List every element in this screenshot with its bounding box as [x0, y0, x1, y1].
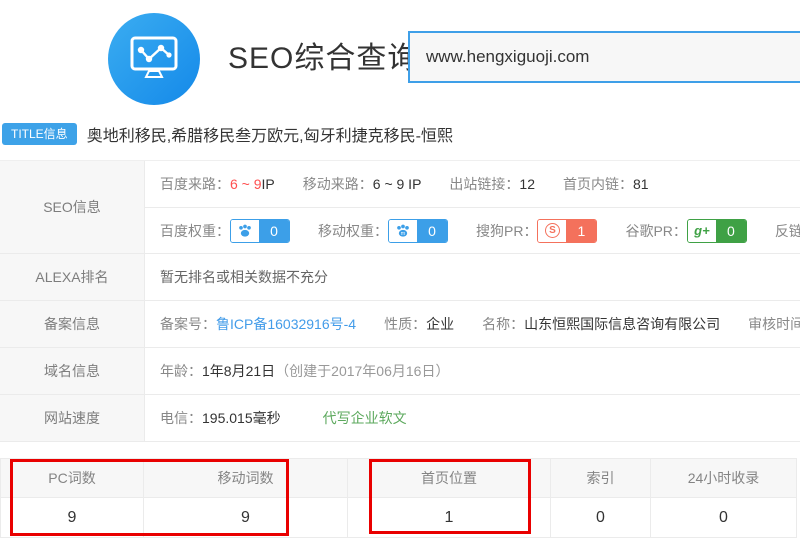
- domain-group: 域名信息 年龄： 1年8月21日 （创建于2017年06月16日）: [0, 348, 800, 395]
- keyword-summary-table: PC词数 移动词数 首页位置 索引 24小时收录 9 9 1 0 0: [0, 458, 797, 538]
- col-homepage-position: 首页位置: [348, 459, 551, 497]
- backlinks: 反链： 0: [775, 221, 800, 241]
- beian-number-link[interactable]: 鲁ICP备16032916号-4: [216, 314, 356, 334]
- domain-age: 年龄： 1年8月21日 （创建于2017年06月16日）: [160, 361, 449, 381]
- svg-text:m: m: [401, 232, 406, 237]
- row-label-alexa: ALEXA排名: [0, 254, 145, 300]
- monitor-chart-icon: [123, 26, 185, 93]
- telecom-speed: 电信： 195.015毫秒: [160, 408, 281, 428]
- title-info-bar: TITLE信息 奥地利移民,希腊移民叁万欧元,匈牙利捷克移民-恒熙: [2, 122, 453, 146]
- row-label-speed: 网站速度: [0, 395, 145, 441]
- sogou-icon: S: [538, 220, 566, 242]
- beian-group: 备案信息 备案号： 鲁ICP备16032916号-4 性质： 企业 名称： 山东…: [0, 301, 800, 348]
- index-value: 0: [551, 498, 651, 537]
- col-index: 索引: [551, 459, 651, 497]
- page-title: SEO综合查询: [228, 33, 418, 77]
- row-label-domain: 域名信息: [0, 348, 145, 394]
- col-pc-words: PC词数: [1, 459, 144, 497]
- alexa-group: ALEXA排名 暂无排名或相关数据不充分: [0, 254, 800, 301]
- col-24h-collection: 24小时收录: [651, 459, 796, 497]
- speed-row: 电信： 195.015毫秒 代写企业软文: [145, 395, 800, 441]
- col-mobile-words: 移动词数: [144, 459, 348, 497]
- outbound-links: 出站链接： 12: [449, 174, 535, 194]
- homepage-position-value: 1: [348, 498, 551, 537]
- traffic-row: 百度来路： 6 ~ 9 IP 移动来路： 6 ~ 9 IP 出站链接： 12 首…: [145, 161, 800, 207]
- mobile-traffic: 移动来路： 6 ~ 9 IP: [303, 174, 422, 194]
- beian-company-name: 名称： 山东恒熙国际信息咨询有限公司: [482, 314, 720, 334]
- beian-row: 备案号： 鲁ICP备16032916号-4 性质： 企业 名称： 山东恒熙国际信…: [145, 301, 800, 347]
- homepage-internal-links: 首页内链： 81: [563, 174, 649, 194]
- baidu-paw-icon: [231, 220, 259, 242]
- ad-link[interactable]: 代写企业软文: [323, 408, 407, 428]
- beian-audit-time: 审核时间：: [748, 314, 800, 334]
- weight-row: 百度权重： 0 移动权重：: [145, 207, 800, 253]
- beian-nature: 性质： 企业: [384, 314, 454, 334]
- baidu-weight-badge[interactable]: 0: [230, 219, 290, 243]
- alexa-no-data-text: 暂无排名或相关数据不充分: [160, 267, 328, 287]
- beian-number: 备案号： 鲁ICP备16032916号-4: [160, 314, 356, 334]
- google-pr-badge[interactable]: g+ 0: [687, 219, 747, 243]
- summary-header-row: PC词数 移动词数 首页位置 索引 24小时收录: [1, 459, 796, 497]
- sogou-pr: 搜狗PR： S 1: [476, 219, 597, 243]
- seo-tool-logo: [108, 13, 200, 105]
- mobile-words-value: 9: [144, 498, 348, 537]
- pc-words-value: 9: [1, 498, 144, 537]
- alexa-row: 暂无排名或相关数据不充分: [145, 254, 800, 300]
- google-pr: 谷歌PR： g+ 0: [625, 219, 746, 243]
- baidu-traffic: 百度来路： 6 ~ 9 IP: [160, 174, 275, 194]
- summary-value-row: 9 9 1 0 0: [1, 497, 796, 537]
- baidu-pc-weight: 百度权重： 0: [160, 219, 290, 243]
- title-info-badge: TITLE信息: [2, 123, 77, 145]
- seo-info-group: SEO信息 百度来路： 6 ~ 9 IP 移动来路： 6 ~ 9 IP 出站链接…: [0, 161, 800, 254]
- collection-24h-value: 0: [651, 498, 796, 537]
- domain-query-input[interactable]: [408, 31, 800, 83]
- domain-row: 年龄： 1年8月21日 （创建于2017年06月16日）: [145, 348, 800, 394]
- seo-info-table: SEO信息 百度来路： 6 ~ 9 IP 移动来路： 6 ~ 9 IP 出站链接…: [0, 160, 800, 442]
- site-title-text: 奥地利移民,希腊移民叁万欧元,匈牙利捷克移民-恒熙: [87, 122, 453, 146]
- baidu-mobile-weight: 移动权重： m 0: [318, 219, 448, 243]
- google-plus-icon: g+: [688, 220, 716, 242]
- row-label-beian: 备案信息: [0, 301, 145, 347]
- baidu-mobile-weight-badge[interactable]: m 0: [388, 219, 448, 243]
- baidu-mobile-paw-icon: m: [389, 220, 417, 242]
- row-label-seo: SEO信息: [0, 161, 145, 253]
- speed-group: 网站速度 电信： 195.015毫秒 代写企业软文: [0, 395, 800, 442]
- sogou-pr-badge[interactable]: S 1: [537, 219, 597, 243]
